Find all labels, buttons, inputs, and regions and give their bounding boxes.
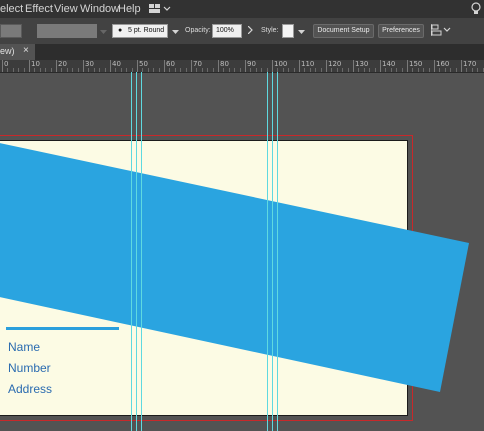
vertical-guide[interactable] [272,72,273,431]
divider-line[interactable] [6,327,119,330]
vertical-guide[interactable] [136,72,137,431]
address-text[interactable]: Address [8,382,52,396]
blue-rotated-rectangle[interactable] [0,142,469,392]
name-text[interactable]: Name [8,340,40,354]
blue-shape-layer [0,142,469,392]
number-text[interactable]: Number [8,361,51,375]
vertical-guide[interactable] [267,72,268,431]
vertical-guide[interactable] [141,72,142,431]
vertical-guide[interactable] [277,72,278,431]
vertical-guide[interactable] [131,72,132,431]
